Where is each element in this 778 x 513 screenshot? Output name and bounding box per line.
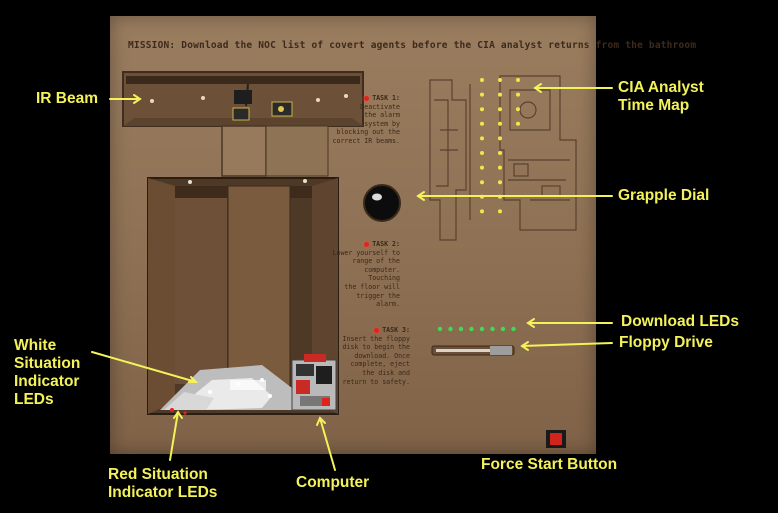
task-3-line: return to safety. [342, 377, 411, 386]
time-map-led [480, 136, 484, 141]
task-2-line: trigger the alarm. [356, 291, 400, 309]
time-map-led [516, 92, 520, 97]
time-map-led [498, 92, 502, 97]
download-led [437, 326, 443, 332]
time-map-led [498, 107, 502, 112]
task-1-line: system by [364, 119, 400, 128]
download-led [511, 326, 516, 332]
download-led [479, 326, 485, 332]
label-white-situation-leds: White Situation Indicator LEDs [14, 337, 80, 409]
time-map-led [498, 78, 502, 82]
label-ir-beam: IR Beam [36, 90, 99, 107]
download-led [448, 326, 453, 332]
time-map-led [498, 151, 502, 155]
label-line: Red Situation [108, 466, 208, 483]
time-map-led [480, 151, 484, 155]
time-map-led [480, 121, 484, 126]
task-3-heading: TASK 3: [382, 326, 410, 334]
task-1-heading: TASK 1: [372, 94, 400, 102]
task-3-line: download. Once [354, 351, 410, 360]
time-map-led [480, 92, 484, 97]
task-2-line: the floor will [344, 282, 400, 291]
label-line: Time Map [618, 97, 690, 114]
time-map-led [480, 180, 484, 185]
task-3-text: TASK 3: Insert the floppy disk to begin … [342, 326, 411, 386]
label-line: Situation [14, 355, 81, 372]
task-2-text: TASK 2: Lower yourself to range of the c… [332, 240, 401, 309]
download-led [458, 326, 464, 332]
download-led [490, 326, 495, 332]
time-map-led [498, 180, 502, 185]
task-2-heading: TASK 2: [372, 240, 400, 248]
task-2-line: Lower yourself to [332, 248, 401, 257]
task-1-line: the alarm [364, 111, 400, 120]
label-red-situation-leds: Red Situation Indicator LEDs [108, 466, 217, 502]
time-map-led [498, 136, 502, 141]
label-line: Indicator [14, 373, 80, 390]
task-3-line: disk to begin the [342, 343, 411, 352]
time-map-led [516, 78, 520, 82]
download-led [469, 326, 474, 332]
task-1-line: Deactivate [360, 102, 400, 111]
task-3-line: complete, eject [350, 360, 410, 369]
task-3-line: the disk and [362, 368, 410, 377]
photo-scene: MISSION: Download the NOC list of covert… [0, 0, 778, 513]
download-led [500, 326, 506, 332]
label-computer: Computer [296, 474, 370, 491]
label-line: LEDs [14, 391, 54, 408]
computer-model [291, 354, 337, 411]
shaft-connector [221, 125, 329, 177]
time-map-led [480, 107, 484, 112]
time-map-led [498, 165, 502, 170]
label-line: CIA Analyst [618, 79, 704, 96]
task-1-line: blocking out the [336, 128, 400, 137]
task-3-line: Insert the floppy [342, 334, 411, 343]
download-led-row [437, 326, 516, 332]
task-1-text: TASK 1: Deactivate the alarm system by b… [332, 94, 401, 146]
label-line: Indicator LEDs [108, 484, 218, 501]
cia-analyst-time-map [429, 75, 577, 241]
floppy-drive-slot [431, 345, 515, 356]
label-download-leds: Download LEDs [621, 313, 739, 330]
time-map-led [480, 209, 484, 214]
grapple-dial [363, 184, 401, 222]
task-3-led [374, 327, 380, 333]
time-map-led [516, 107, 520, 112]
label-cia-analyst-time-map: CIA Analyst Time Map [618, 79, 704, 115]
task-2-led [364, 241, 370, 247]
label-force-start-button: Force Start Button [481, 456, 618, 473]
label-floppy-drive: Floppy Drive [619, 334, 713, 351]
force-start-button [546, 430, 566, 448]
time-map-led [480, 165, 484, 170]
task-2-line: computer. Touching [364, 265, 400, 283]
label-line: White [14, 337, 57, 354]
task-1-led [364, 95, 370, 101]
label-grapple-dial: Grapple Dial [618, 187, 710, 204]
task-2-line: range of the [352, 257, 400, 266]
time-map-led [480, 78, 484, 82]
time-map-led [498, 121, 502, 126]
task-1-line: correct IR beams. [332, 136, 401, 145]
time-map-led [498, 209, 502, 214]
time-map-led [516, 121, 520, 126]
